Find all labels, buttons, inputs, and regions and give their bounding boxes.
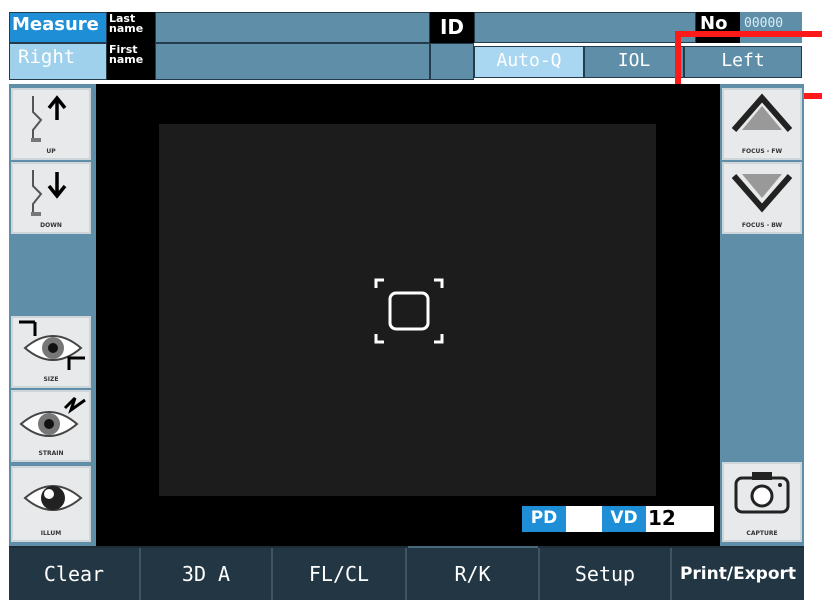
vd-value: 12 (646, 506, 714, 532)
capture-button[interactable]: CAPTURE (722, 462, 802, 542)
fl-cl-button[interactable]: FL/CL (273, 548, 407, 600)
3d-a-button[interactable]: 3D A (141, 548, 273, 600)
measure-button[interactable]: Measure (9, 12, 107, 43)
measure-label: Measure (12, 14, 99, 35)
focus-bw-caption: FOCUS - BW (741, 222, 783, 229)
size-caption: SIZE (43, 376, 59, 383)
focus-fw-button[interactable]: FOCUS - FW (722, 88, 802, 160)
up-caption: UP (46, 148, 56, 155)
blank-cell (430, 43, 474, 80)
capture-caption: CAPTURE (746, 530, 778, 537)
chevron-down-icon (731, 174, 793, 213)
up-button[interactable]: UP (11, 88, 91, 160)
first-name-label: First name (107, 43, 155, 80)
pd-value (566, 506, 602, 532)
r-k-button[interactable]: R/K (407, 548, 540, 600)
chinrest-up-icon (31, 95, 67, 142)
strain-button[interactable]: STRAIN (11, 390, 91, 462)
pd-label: PD (522, 506, 566, 532)
first-name-field[interactable] (155, 43, 430, 80)
focus-fw-caption: FOCUS - FW (741, 148, 783, 155)
illum-button[interactable]: ILLUM (11, 466, 91, 542)
iol-button[interactable]: IOL (584, 46, 684, 78)
illum-caption: ILLUM (40, 530, 62, 537)
focus-target-icon (374, 278, 444, 344)
eye-illum-icon (23, 485, 83, 511)
print-export-button[interactable]: Print/Export (672, 548, 804, 600)
last-name-label: Last name (107, 12, 155, 43)
eye-size-icon (19, 320, 85, 370)
last-name-field[interactable] (155, 12, 430, 43)
focus-bw-button[interactable]: FOCUS - BW (722, 162, 802, 234)
setup-button[interactable]: Setup (540, 548, 672, 600)
right-eye-button[interactable]: Right (9, 43, 107, 80)
down-caption: DOWN (40, 222, 62, 229)
id-field[interactable] (474, 12, 696, 43)
vd-label: VD (602, 506, 646, 532)
camera-icon (734, 472, 790, 514)
eye-strain-icon (19, 396, 86, 437)
size-button[interactable]: SIZE (11, 316, 91, 388)
chevron-up-icon (731, 93, 793, 132)
auto-q-button[interactable]: Auto-Q (474, 46, 584, 78)
down-button[interactable]: DOWN (11, 162, 91, 234)
chinrest-down-icon (31, 170, 67, 216)
clear-button[interactable]: Clear (9, 548, 141, 600)
id-label: ID (430, 12, 474, 43)
strain-caption: STRAIN (38, 450, 64, 457)
